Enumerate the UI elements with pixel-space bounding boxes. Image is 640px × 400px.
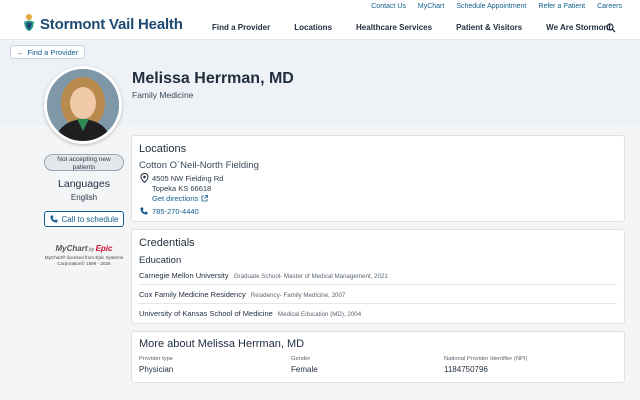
locations-card: Locations Cotton O`Neil-North Fielding 4… xyxy=(131,135,625,222)
mychart-license-text: MyChart® licensed from Epic Systems Corp… xyxy=(44,255,124,266)
primary-nav: Find a Provider Locations Healthcare Ser… xyxy=(212,23,611,32)
utility-links: Contact Us MyChart Schedule Appointment … xyxy=(371,3,622,10)
logo-wordmark: Stormont Vail Health xyxy=(40,15,183,33)
utility-link-contact[interactable]: Contact Us xyxy=(371,3,406,10)
gender-label: Gender xyxy=(291,356,311,362)
locations-heading: Locations xyxy=(139,143,187,155)
npi-value: 1184750796 xyxy=(444,365,488,374)
mychart-badge: MyChart by Epic MyChart® licensed from E… xyxy=(44,244,124,267)
mychart-brand: MyChart xyxy=(55,244,88,253)
education-detail: Graduate School- Master of Medical Manag… xyxy=(233,273,388,280)
facility-name: Cotton O`Neil-North Fielding xyxy=(139,160,259,171)
education-row: University of Kansas School of Medicine … xyxy=(139,309,617,322)
search-icon[interactable] xyxy=(606,23,616,33)
provider-type-value: Physician xyxy=(139,365,174,374)
education-school: Cox Family Medicine Residency xyxy=(139,290,246,299)
logo-mark-icon xyxy=(24,14,34,31)
map-pin-icon xyxy=(140,173,149,183)
mychart-logo: MyChart by Epic xyxy=(44,244,124,253)
nav-find-provider[interactable]: Find a Provider xyxy=(212,23,270,32)
call-to-schedule-label: Call to schedule xyxy=(61,214,119,224)
utility-link-mychart[interactable]: MyChart xyxy=(418,3,444,10)
education-school: Carnegie Mellon University xyxy=(139,271,229,280)
utility-link-refer[interactable]: Refer a Patient xyxy=(538,3,585,10)
languages-heading: Languages xyxy=(58,178,110,190)
gender-value: Female xyxy=(291,365,318,374)
provider-specialty: Family Medicine xyxy=(132,90,194,100)
arrow-left-icon: ← xyxy=(17,47,25,57)
phone-icon xyxy=(140,207,148,215)
education-detail: Medical Education (MD), 2004 xyxy=(277,311,362,318)
site-logo[interactable]: Stormont Vail Health xyxy=(22,13,183,35)
epic-brand: Epic xyxy=(95,244,113,253)
npi-field: National Provider Identifier (NPI) 11847… xyxy=(444,356,527,374)
education-row: Carnegie Mellon University Graduate Scho… xyxy=(139,271,617,285)
education-detail: Residency- Family Medicine, 2007 xyxy=(250,292,346,299)
address-line-1: 4505 NW Fielding Rd xyxy=(152,174,224,183)
provider-photo xyxy=(44,66,122,144)
main-header: Stormont Vail Health Find a Provider Loc… xyxy=(0,13,640,40)
get-directions-label: Get directions xyxy=(152,194,199,203)
provider-type-field: Provider type Physician xyxy=(139,356,173,374)
phone-icon xyxy=(50,215,58,223)
address-line-2: Topeka KS 66618 xyxy=(152,184,212,193)
accepting-patients-status-badge: Not accepting new patients xyxy=(44,154,124,171)
get-directions-link[interactable]: Get directions xyxy=(152,194,209,203)
call-to-schedule-button[interactable]: Call to schedule xyxy=(44,211,124,227)
education-row: Cox Family Medicine Residency Residency-… xyxy=(139,290,617,304)
back-link-label: Find a Provider xyxy=(27,47,79,57)
nav-we-are-stormont[interactable]: We Are Stormont xyxy=(546,23,611,32)
provider-portrait-image xyxy=(47,69,119,141)
more-about-heading: More about Melissa Herrman, MD xyxy=(139,338,305,350)
utility-link-schedule[interactable]: Schedule Appointment xyxy=(456,3,526,10)
provider-name: Melissa Herrman, MD xyxy=(132,70,294,87)
more-about-card: More about Melissa Herrman, MD Provider … xyxy=(131,331,625,383)
credentials-heading: Credentials xyxy=(139,237,195,249)
location-phone-link[interactable]: 785-270-4440 xyxy=(152,207,199,216)
education-school: University of Kansas School of Medicine xyxy=(139,309,273,318)
nav-locations[interactable]: Locations xyxy=(294,23,332,32)
utility-link-careers[interactable]: Careers xyxy=(597,3,622,10)
npi-label: National Provider Identifier (NPI) xyxy=(444,356,528,362)
mychart-brand-by: by xyxy=(87,247,96,253)
language-value: English xyxy=(70,193,98,202)
nav-healthcare-services[interactable]: Healthcare Services xyxy=(356,23,432,32)
nav-patient-visitors[interactable]: Patient & Visitors xyxy=(456,23,522,32)
education-subheading: Education xyxy=(139,255,182,266)
gender-field: Gender Female xyxy=(291,356,318,374)
credentials-card: Credentials Education Carnegie Mellon Un… xyxy=(131,229,625,324)
back-to-find-provider-button[interactable]: ← Find a Provider xyxy=(10,45,86,59)
external-link-icon xyxy=(201,195,209,202)
provider-type-label: Provider type xyxy=(139,356,174,362)
